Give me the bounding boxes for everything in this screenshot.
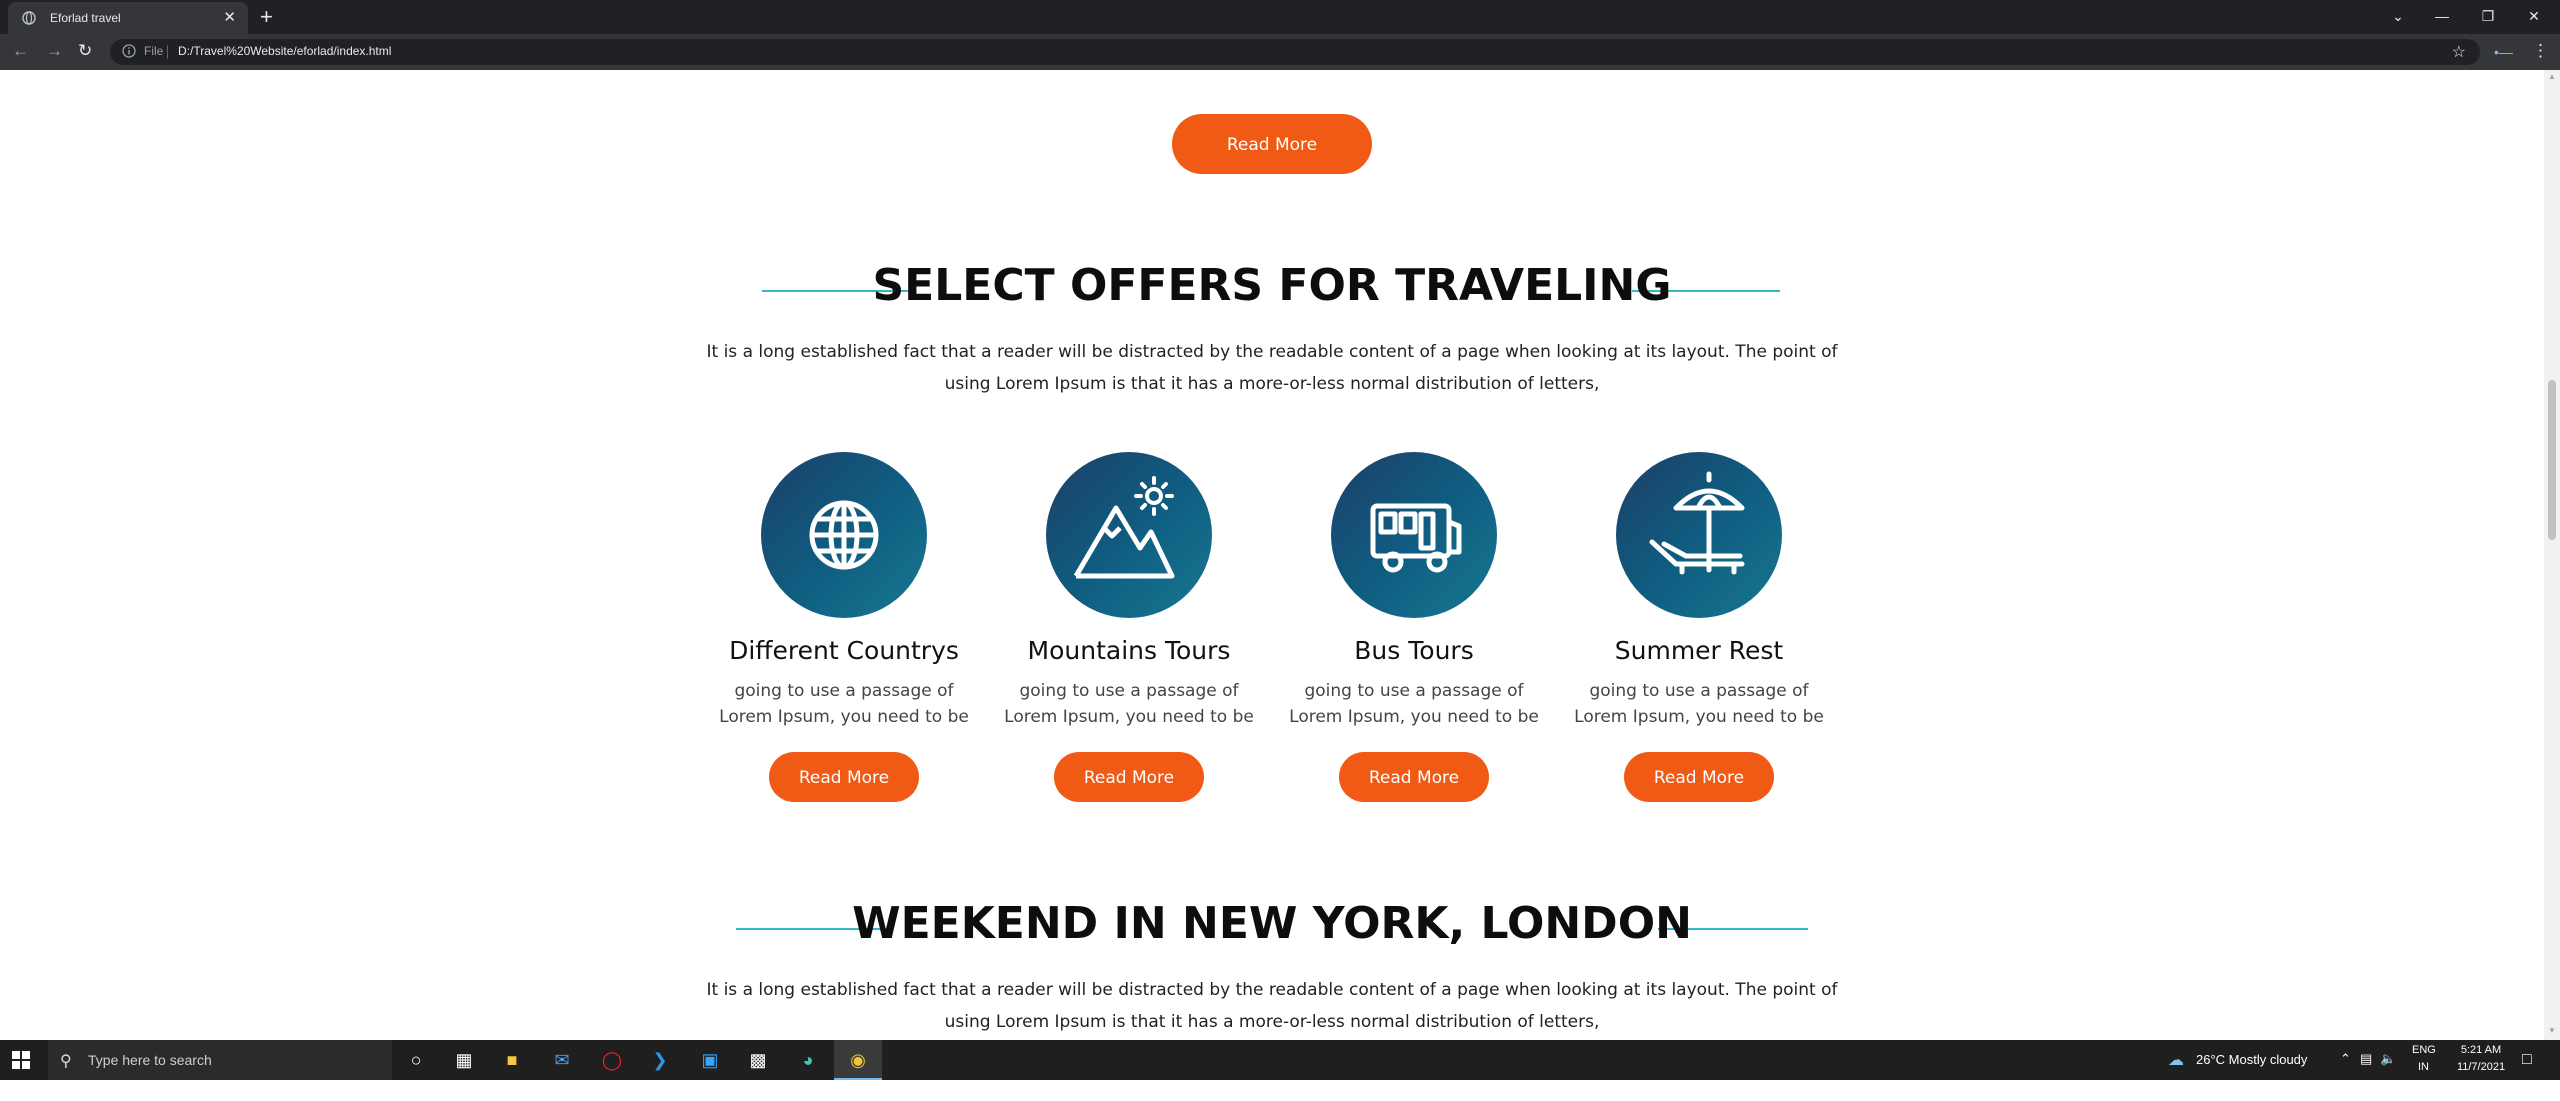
- card-text: going to use a passage of Lorem Ipsum, y…: [1289, 681, 1539, 727]
- mountain-sun-icon: [1073, 476, 1175, 579]
- bus-icon: [1370, 503, 1462, 573]
- task-view-icon[interactable]: ▦: [440, 1040, 488, 1080]
- card-text: going to use a passage of Lorem Ipsum, y…: [1004, 681, 1254, 727]
- url-text[interactable]: D:/Travel%20Website/eforlad/index.html: [178, 44, 391, 58]
- volume-icon[interactable]: 🔈: [2380, 1051, 2396, 1091]
- forward-arrow-icon[interactable]: →: [46, 40, 63, 62]
- region-code[interactable]: IN: [2418, 1061, 2429, 1101]
- weather-text[interactable]: 26°C Mostly cloudy: [2196, 1052, 2307, 1092]
- cortana-icon[interactable]: ○: [392, 1040, 440, 1080]
- page-viewport: Read More SELECT OFFERS FOR TRAVELING It…: [0, 70, 2544, 1040]
- file-explorer-icon[interactable]: ■: [488, 1040, 536, 1080]
- url-divider: [167, 45, 168, 59]
- reload-icon[interactable]: ↻: [78, 40, 92, 62]
- card-title: Different Countrys: [729, 636, 959, 665]
- close-window-button[interactable]: ✕: [2512, 0, 2556, 32]
- minimize-button[interactable]: —: [2420, 0, 2464, 32]
- tab-close-icon[interactable]: ✕: [223, 9, 236, 27]
- tab-title: Eforlad travel: [50, 11, 121, 25]
- extension-icon[interactable]: •—: [2494, 44, 2513, 60]
- offer-card-countries: Different Countrys going to use a passag…: [714, 452, 974, 882]
- page-scrollbar[interactable]: ▲ ▼: [2544, 70, 2560, 1040]
- notifications-icon[interactable]: □: [2522, 1051, 2532, 1091]
- restore-button[interactable]: ❐: [2466, 0, 2510, 32]
- show-hidden-icons-icon[interactable]: ⌃: [2340, 1051, 2351, 1091]
- search-icon: ⚲: [60, 1053, 72, 1070]
- card-title: Mountains Tours: [1027, 636, 1231, 665]
- network-icon[interactable]: ▤: [2360, 1051, 2372, 1091]
- chrome-icon[interactable]: ◉: [834, 1040, 882, 1080]
- globe-favicon-icon: [22, 11, 36, 25]
- taskbar-search-box[interactable]: ⚲ Type here to search: [48, 1040, 392, 1080]
- opera-icon[interactable]: ◯: [588, 1040, 636, 1080]
- read-more-button[interactable]: Read More: [1624, 752, 1774, 802]
- read-more-button[interactable]: Read More: [769, 752, 919, 802]
- scroll-up-arrow-icon[interactable]: ▲: [2548, 72, 2556, 81]
- edge-icon[interactable]: ◕: [784, 1040, 832, 1080]
- card-title: Bus Tours: [1354, 636, 1474, 665]
- scroll-down-arrow-icon[interactable]: ▼: [2548, 1026, 2556, 1035]
- icon-circle: [761, 452, 927, 618]
- section-intro-offers: It is a long established fact that a rea…: [706, 342, 1838, 394]
- offer-card-summer: Summer Rest going to use a passage of Lo…: [1569, 452, 1829, 882]
- tab-search-icon[interactable]: ⌄: [2376, 0, 2420, 32]
- browser-tab[interactable]: Eforlad travel ✕: [8, 2, 248, 34]
- section-heading-weekend: WEEKEND IN NEW YORK, LONDON: [852, 898, 1692, 949]
- read-more-button[interactable]: Read More: [1054, 752, 1204, 802]
- mail-icon[interactable]: ✉: [538, 1040, 586, 1080]
- icon-circle: [1616, 452, 1782, 618]
- browser-toolbar: ← → ↻ File D:/Travel%20Website/eforlad/i…: [0, 34, 2560, 70]
- browser-menu-icon[interactable]: ⋮: [2532, 41, 2549, 61]
- card-text: going to use a passage of Lorem Ipsum, y…: [1574, 681, 1824, 727]
- new-tab-button[interactable]: +: [260, 5, 273, 29]
- address-bar[interactable]: File D:/Travel%20Website/eforlad/index.h…: [110, 39, 2480, 65]
- url-scheme-label: File: [144, 44, 164, 58]
- browser-tab-strip: Eforlad travel ✕ + ⌄ — ❐ ✕: [0, 0, 2560, 34]
- windows-start-icon[interactable]: [12, 1051, 30, 1069]
- section-heading-offers: SELECT OFFERS FOR TRAVELING: [872, 260, 1672, 311]
- weather-icon[interactable]: ☁: [2168, 1050, 2184, 1090]
- scrollbar-thumb[interactable]: [2548, 380, 2556, 540]
- read-more-button-top[interactable]: Read More: [1172, 114, 1372, 174]
- card-text: going to use a passage of Lorem Ipsum, y…: [719, 681, 969, 727]
- clock-date[interactable]: 11/7/2021: [2446, 1061, 2516, 1101]
- back-arrow-icon[interactable]: ←: [12, 40, 29, 62]
- beach-umbrella-icon: [1649, 471, 1745, 575]
- vscode-icon[interactable]: ❯: [636, 1040, 684, 1080]
- read-more-button[interactable]: Read More: [1339, 752, 1489, 802]
- search-placeholder: Type here to search: [88, 1052, 212, 1068]
- globe-icon: [809, 500, 879, 570]
- offer-card-bus: Bus Tours going to use a passage of Lore…: [1284, 452, 1544, 882]
- section-intro-weekend: It is a long established fact that a rea…: [706, 980, 1838, 1032]
- info-icon[interactable]: [122, 44, 136, 58]
- card-title: Summer Rest: [1614, 636, 1784, 665]
- windows-taskbar: ⚲ Type here to search ○ ▦ ■ ✉ ◯ ❯ ▣ ▩ ◕ …: [0, 1040, 2560, 1080]
- icon-circle: [1331, 452, 1497, 618]
- bookmark-star-icon[interactable]: ☆: [2452, 42, 2466, 62]
- photoshop-icon[interactable]: ▣: [686, 1040, 734, 1080]
- icon-circle: [1046, 452, 1212, 618]
- offer-card-mountains: Mountains Tours going to use a passage o…: [999, 452, 1259, 882]
- store-icon[interactable]: ▩: [734, 1040, 782, 1080]
